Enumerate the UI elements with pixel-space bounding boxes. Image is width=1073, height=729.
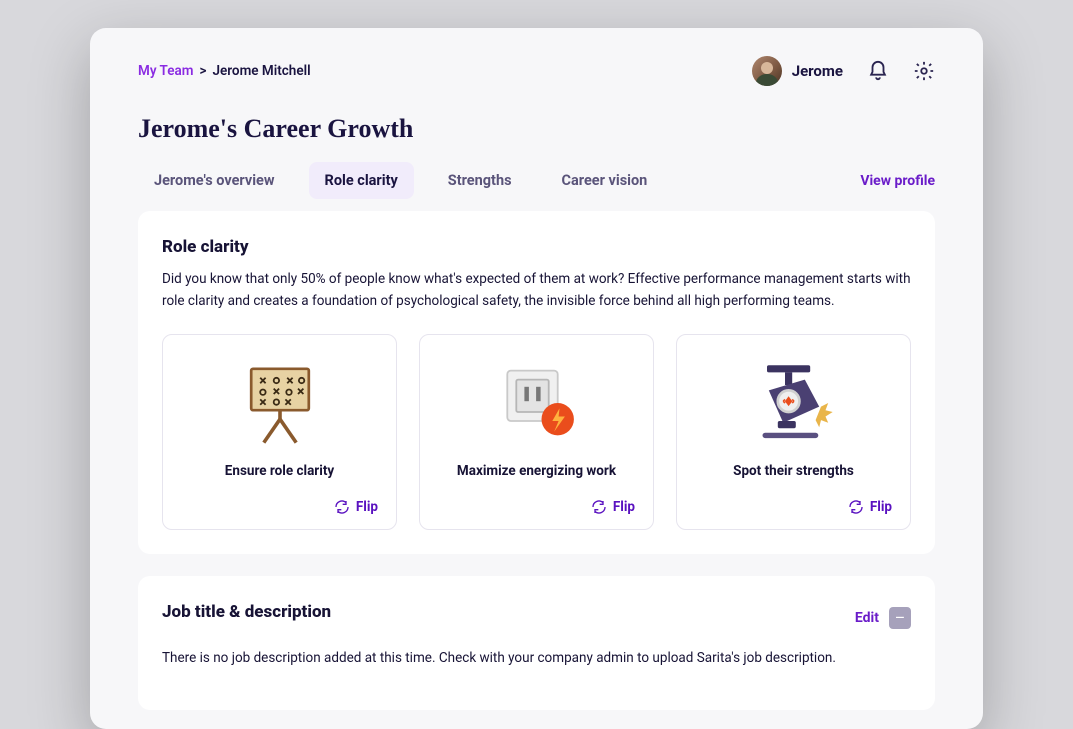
gear-icon[interactable]: [913, 60, 935, 82]
edit-button[interactable]: Edit: [855, 610, 879, 626]
breadcrumb-separator: >: [199, 63, 206, 79]
flip-label: Flip: [356, 499, 378, 515]
tabs: Jerome's overview Role clarity Strengths…: [138, 162, 663, 199]
page-title: Jerome's Career Growth: [138, 114, 935, 144]
collapse-icon[interactable]: –: [889, 607, 911, 629]
flip-button[interactable]: Flip: [848, 499, 892, 515]
refresh-icon: [591, 499, 607, 515]
job-title-heading: Job title & description: [162, 602, 331, 622]
card-maximize-energizing-work: Maximize energizing work Flip: [419, 334, 654, 530]
flip-label: Flip: [870, 499, 892, 515]
card-spot-their-strengths: Spot their strengths Flip: [676, 334, 911, 530]
job-description-text: There is no job description added at thi…: [162, 648, 911, 670]
header-bar: My Team > Jerome Mitchell Jerome: [138, 42, 935, 92]
job-title-panel: Job title & description Edit – There is …: [138, 576, 935, 710]
flip-button[interactable]: Flip: [334, 499, 378, 515]
strategy-board-icon: [181, 353, 378, 453]
bell-icon[interactable]: [867, 60, 889, 82]
user-chip[interactable]: Jerome: [752, 56, 843, 86]
role-clarity-description: Did you know that only 50% of people kno…: [162, 269, 911, 312]
user-name: Jerome: [792, 62, 843, 80]
avatar: [752, 56, 782, 86]
flip-label: Flip: [613, 499, 635, 515]
tab-overview[interactable]: Jerome's overview: [138, 162, 291, 199]
power-socket-icon: [438, 353, 635, 453]
flip-button[interactable]: Flip: [591, 499, 635, 515]
tab-strengths[interactable]: Strengths: [432, 162, 528, 199]
card-title: Ensure role clarity: [225, 463, 334, 479]
tab-role-clarity[interactable]: Role clarity: [309, 162, 414, 199]
card-title: Spot their strengths: [733, 463, 854, 479]
tab-career-vision[interactable]: Career vision: [546, 162, 664, 199]
spotlight-icon: [695, 353, 892, 453]
breadcrumb: My Team > Jerome Mitchell: [138, 63, 311, 79]
role-clarity-title: Role clarity: [162, 237, 911, 257]
role-clarity-panel: Role clarity Did you know that only 50% …: [138, 211, 935, 554]
refresh-icon: [848, 499, 864, 515]
breadcrumb-current: Jerome Mitchell: [212, 63, 310, 79]
view-profile-link[interactable]: View profile: [860, 173, 935, 189]
refresh-icon: [334, 499, 350, 515]
card-ensure-role-clarity: Ensure role clarity Flip: [162, 334, 397, 530]
card-title: Maximize energizing work: [457, 463, 616, 479]
breadcrumb-root-link[interactable]: My Team: [138, 63, 193, 79]
